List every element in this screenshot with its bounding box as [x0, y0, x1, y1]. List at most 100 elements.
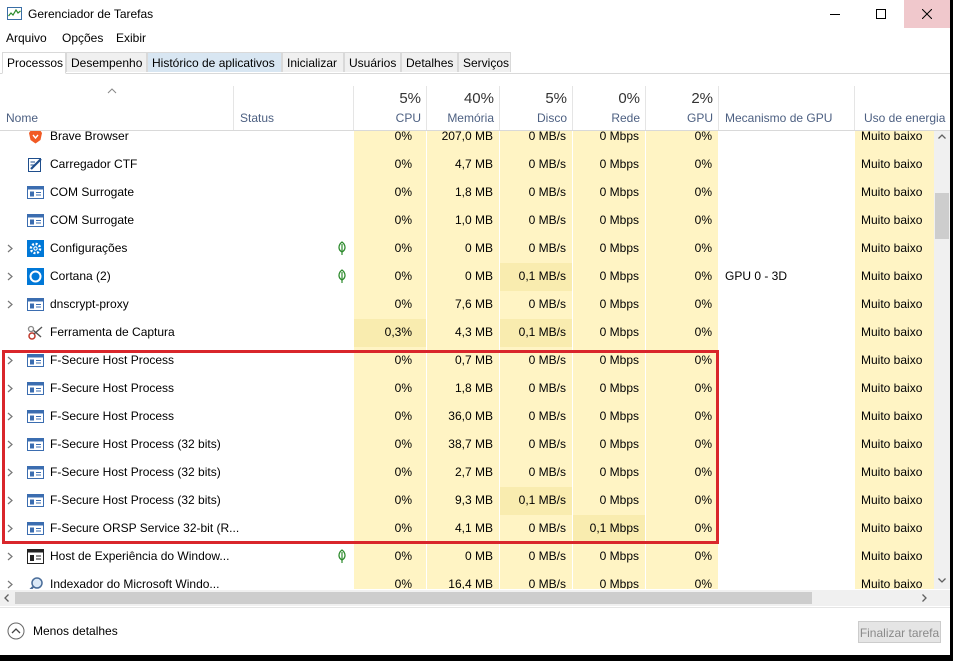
network-cell: 0 Mbps	[599, 493, 639, 507]
cpu-cell: 0%	[394, 157, 412, 171]
col-gpu[interactable]: GPU	[687, 111, 713, 125]
title-bar[interactable]: Gerenciador de Tarefas	[0, 0, 950, 28]
host-window-icon	[27, 548, 44, 565]
scroll-left-icon[interactable]	[4, 594, 9, 602]
horizontal-scroll-thumb[interactable]	[15, 592, 812, 604]
scroll-right-icon[interactable]	[922, 594, 927, 602]
disk-cell: 0 MB/s	[528, 409, 566, 423]
process-name: dnscrypt-proxy	[50, 297, 129, 311]
network-cell: 0 Mbps	[599, 465, 639, 479]
col-memoria[interactable]: Memória	[447, 111, 494, 125]
disk-cell: 0 MB/s	[528, 577, 566, 589]
menu-opcoes[interactable]: Opções	[62, 31, 103, 45]
process-window-icon	[27, 184, 44, 201]
tab-desempenho[interactable]: Desempenho	[66, 52, 147, 72]
process-row[interactable]: Indexador do Microsoft Windo... 0% 16,4 MB…	[0, 571, 934, 589]
menu-exibir[interactable]: Exibir	[116, 31, 146, 45]
menu-bar: Arquivo Opções Exibir	[0, 29, 950, 49]
expand-chevron-icon[interactable]	[7, 580, 13, 589]
disk-cell: 0 MB/s	[528, 549, 566, 563]
cpu-total: 5%	[399, 90, 421, 107]
scroll-down-icon[interactable]	[938, 578, 946, 583]
power-usage-cell: Muito baixo	[861, 549, 923, 563]
disk-cell: 0 MB/s	[528, 353, 566, 367]
process-row[interactable]: Ferramenta de Captura 0,3% 4,3 MB 0,1 MB/s 0…	[0, 319, 934, 347]
maximize-button[interactable]	[858, 0, 904, 28]
process-row[interactable]: F-Secure Host Process (32 bits) 0% 9,3 MB 0…	[0, 487, 934, 515]
tab-usuarios[interactable]: Usuários	[344, 52, 401, 72]
disk-cell: 0 MB/s	[528, 297, 566, 311]
col-nome[interactable]: Nome	[6, 111, 38, 125]
memory-total: 40%	[463, 90, 494, 107]
end-task-button[interactable]: Finalizar tarefa	[858, 621, 941, 643]
power-usage-cell: Muito baixo	[861, 269, 923, 283]
tab-detalhes[interactable]: Detalhes	[401, 52, 458, 72]
gpu-cell: 0%	[694, 577, 712, 589]
suspended-leaf-icon	[338, 549, 346, 563]
maximize-icon	[876, 9, 886, 19]
expand-chevron-icon[interactable]	[7, 524, 13, 533]
power-usage-cell: Muito baixo	[861, 325, 923, 339]
gpu-cell: 0%	[694, 157, 712, 171]
horizontal-scrollbar[interactable]	[0, 590, 934, 606]
expand-chevron-icon[interactable]	[7, 552, 13, 561]
col-rede[interactable]: Rede	[611, 111, 640, 125]
process-row[interactable]: F-Secure ORSP Service 32-bit (R... 0% 4,1 …	[0, 515, 934, 543]
expand-chevron-icon[interactable]	[7, 412, 13, 421]
process-window-icon	[27, 436, 44, 453]
tab-inicializar[interactable]: Inicializar	[282, 52, 344, 72]
process-name: COM Surrogate	[50, 185, 135, 199]
process-row[interactable]: F-Secure Host Process 0% 1,8 MB 0 MB/s 0 Mbp…	[0, 375, 934, 403]
expand-chevron-icon[interactable]	[7, 440, 13, 449]
vertical-scroll-thumb[interactable]	[935, 193, 949, 239]
cpu-cell: 0%	[394, 521, 412, 535]
process-row[interactable]: COM Surrogate 0% 1,0 MB 0 MB/s 0 Mbps 0% Muito…	[0, 207, 934, 235]
process-row[interactable]: COM Surrogate 0% 1,8 MB 0 MB/s 0 Mbps 0% Muito…	[0, 179, 934, 207]
expand-chevron-icon[interactable]	[7, 384, 13, 393]
gpu-cell: 0%	[694, 241, 712, 255]
disk-cell: 0,1 MB/s	[518, 493, 566, 507]
disk-cell: 0 MB/s	[528, 437, 566, 451]
menu-arquivo[interactable]: Arquivo	[6, 31, 47, 45]
gpu-total: 2%	[691, 90, 713, 107]
scroll-up-icon[interactable]	[938, 134, 946, 139]
tab-historico[interactable]: Histórico de aplicativos	[147, 52, 282, 72]
gear-icon	[27, 240, 44, 257]
power-usage-cell: Muito baixo	[861, 157, 923, 171]
process-row[interactable]: F-Secure Host Process 0% 0,7 MB 0 MB/s 0 Mbp…	[0, 347, 934, 375]
expand-chevron-icon[interactable]	[7, 356, 13, 365]
close-button[interactable]	[904, 0, 950, 28]
memory-cell: 2,7 MB	[454, 465, 493, 479]
col-status[interactable]: Status	[240, 111, 274, 125]
process-window-icon	[27, 492, 44, 509]
col-cpu[interactable]: CPU	[396, 111, 421, 125]
minimize-icon	[830, 14, 840, 15]
process-row[interactable]: F-Secure Host Process (32 bits) 0% 2,7 MB 0…	[0, 459, 934, 487]
expand-chevron-icon[interactable]	[7, 244, 13, 253]
memory-cell: 207,0 MB	[441, 131, 493, 143]
power-usage-cell: Muito baixo	[861, 493, 923, 507]
process-row[interactable]: Host de Experiência do Window... 0% 0 MB 0 …	[0, 543, 934, 571]
col-uso-energia[interactable]: Uso de energia	[864, 111, 945, 125]
process-row[interactable]: F-Secure Host Process (32 bits) 0% 38,7 MB…	[0, 431, 934, 459]
tab-servicos[interactable]: Serviços	[458, 52, 511, 72]
tab-processos[interactable]: Processos	[2, 52, 66, 74]
expand-chevron-icon[interactable]	[7, 300, 13, 309]
cortana-ring-icon	[27, 268, 44, 285]
process-row[interactable]: Cortana (2) 0% 0 MB 0,1 MB/s 0 Mbps 0% GPU 0 -…	[0, 263, 934, 291]
col-mecanismo-gpu[interactable]: Mecanismo de GPU	[725, 111, 832, 125]
minimize-button[interactable]	[812, 0, 858, 28]
vertical-scrollbar[interactable]	[934, 131, 950, 589]
network-cell: 0 Mbps	[599, 297, 639, 311]
process-row[interactable]: dnscrypt-proxy 0% 7,6 MB 0 MB/s 0 Mbps 0% Muit…	[0, 291, 934, 319]
process-row[interactable]: F-Secure Host Process 0% 36,0 MB 0 MB/s 0 Mb…	[0, 403, 934, 431]
expand-chevron-icon[interactable]	[7, 272, 13, 281]
scrollbar-corner	[934, 590, 950, 606]
col-disco[interactable]: Disco	[537, 111, 567, 125]
expand-chevron-icon[interactable]	[7, 468, 13, 477]
expand-chevron-icon[interactable]	[7, 496, 13, 505]
process-row[interactable]: Carregador CTF 0% 4,7 MB 0 MB/s 0 Mbps 0% Muit…	[0, 151, 934, 179]
process-row[interactable]: Brave Browser 0% 207,0 MB 0 MB/s 0 Mbps 0% Mui…	[0, 131, 934, 151]
process-name: F-Secure Host Process	[50, 381, 175, 395]
process-row[interactable]: Configurações 0% 0 MB 0 MB/s 0 Mbps 0% Muito b…	[0, 235, 934, 263]
